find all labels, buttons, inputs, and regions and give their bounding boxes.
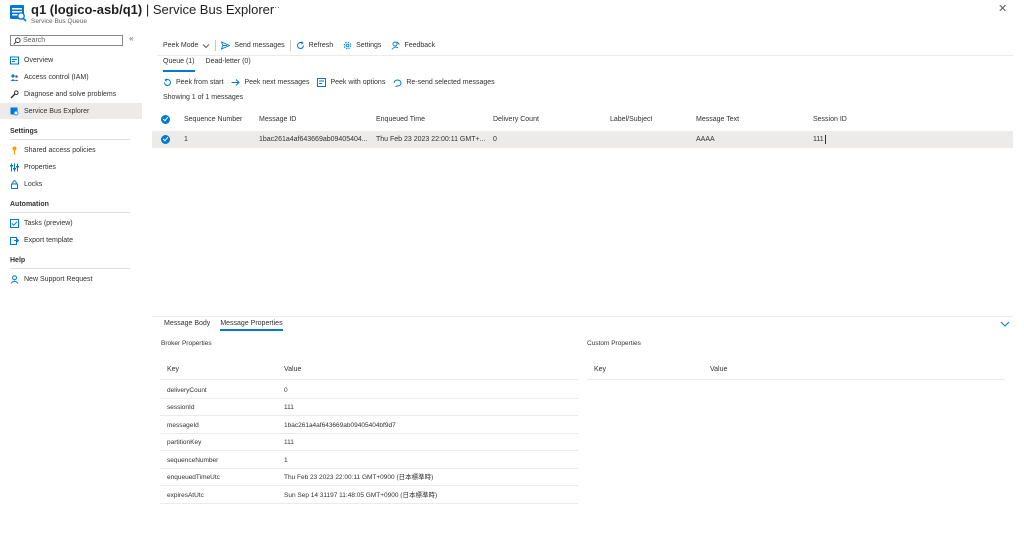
search-input[interactable]: Search	[10, 35, 123, 46]
peek-actions: Peek from start Peek next messages Peek …	[163, 76, 503, 88]
refresh-icon	[296, 41, 304, 49]
grid-header: Sequence Number Message ID Enqueued Time…	[152, 111, 1013, 128]
wrench-icon	[10, 89, 19, 99]
broker-property-row: enqueuedTimeUtc Thu Feb 23 2023 22:00:11…	[160, 469, 578, 486]
broker-property-row: deliveryCount 0	[160, 382, 578, 399]
tab-dead-letter[interactable]: Dead-letter (0)	[206, 58, 251, 72]
message-count-text: Showing 1 of 1 messages	[163, 94, 244, 101]
sequence-number-cell: 1	[184, 136, 188, 143]
more-options-icon[interactable]: ···	[271, 2, 280, 12]
delivery-count-cell: 0	[493, 136, 497, 143]
page-subtitle: Service Bus Queue	[31, 18, 88, 25]
toolbar-divider	[157, 55, 1013, 56]
collapse-sidebar-icon[interactable]: «	[129, 34, 133, 43]
message-text-cell: AAAA	[696, 136, 715, 143]
peek-next-button[interactable]: Peek next messages	[231, 78, 309, 87]
sidebar-item-locks[interactable]: Locks	[0, 176, 142, 192]
send-icon	[221, 41, 231, 50]
chevron-down-icon[interactable]	[1000, 320, 1010, 328]
sliders-icon	[10, 163, 19, 172]
value-header: Value	[710, 366, 728, 373]
broker-property-row: partitionKey 111	[160, 434, 578, 451]
key-header: Key	[594, 366, 607, 373]
section-title-settings: Settings	[10, 128, 38, 135]
section-divider	[10, 139, 130, 140]
sidebar-item-tasks[interactable]: Tasks (preview)	[0, 215, 142, 231]
sidebar-item-service-bus-explorer[interactable]: Service Bus Explorer	[0, 103, 142, 119]
panel-divider	[152, 316, 1013, 317]
peek-with-options-button[interactable]: Peek with options	[317, 77, 385, 87]
rotate-icon	[164, 77, 171, 86]
gear-icon	[343, 41, 352, 50]
tab-queue[interactable]: Queue (1)	[163, 58, 195, 72]
sidebar-item-new-support-request[interactable]: New Support Request	[0, 271, 142, 287]
sidebar-item-export-template[interactable]: Export template	[0, 232, 142, 248]
page-header: q1 (logico-asb/q1) | Service Bus Explore…	[0, 0, 1024, 30]
peek-from-start-button[interactable]: Peek from start	[163, 77, 223, 87]
lock-icon	[10, 179, 19, 189]
column-header[interactable]: Session ID	[813, 111, 847, 128]
sidebar-item-shared-access-policies[interactable]: Shared access policies	[0, 142, 142, 158]
tab-message-properties[interactable]: Message Properties	[220, 320, 283, 331]
column-header[interactable]: Delivery Count	[493, 111, 539, 128]
section-divider	[10, 212, 130, 213]
close-icon[interactable]: ✕	[998, 2, 1007, 15]
sidebar-item-properties[interactable]: Properties	[0, 159, 142, 175]
column-header[interactable]: Enqueued Time	[376, 111, 425, 128]
message-id-cell: 1bac261a4af643669ab09405404...	[259, 136, 368, 143]
page-title: q1 (logico-asb/q1) | Service Bus Explore…	[31, 2, 275, 17]
sidebar-item-overview[interactable]: Overview	[0, 52, 142, 68]
section-title-automation: Automation	[10, 201, 49, 208]
export-icon	[10, 236, 19, 245]
search-icon	[13, 37, 21, 45]
column-header[interactable]: Label/Subject	[610, 111, 652, 128]
table-row[interactable]: 1 1bac261a4af643669ab09405404... Thu Feb…	[152, 131, 1013, 148]
sidebar-item-access-control[interactable]: Access control (IAM)	[0, 69, 142, 85]
broker-table-header: Key Value	[160, 360, 578, 380]
explorer-icon	[10, 107, 19, 116]
arrow-right-icon	[231, 78, 241, 86]
toolbar: Peek Mode Send messages Refresh Settings…	[157, 38, 440, 53]
column-header[interactable]: Sequence Number	[184, 111, 242, 128]
sidebar: Search « Overview Access control (IAM) D…	[0, 32, 142, 536]
column-header[interactable]: Message ID	[259, 111, 296, 128]
send-messages-button[interactable]: Send messages	[216, 41, 289, 50]
tab-message-body[interactable]: Message Body	[164, 320, 210, 331]
enqueued-time-cell: Thu Feb 23 2023 22:00:11 GMT+...	[376, 136, 486, 143]
custom-table-header: Key Value	[587, 360, 1005, 380]
row-checkbox[interactable]	[161, 135, 170, 144]
broker-property-row: messageId 1bac261a4af643669ab09405404bf9…	[160, 417, 578, 434]
broker-property-row: sequenceNumber 1	[160, 452, 578, 469]
section-title-help: Help	[10, 257, 26, 264]
resend-icon	[393, 79, 402, 87]
custom-properties-title: Custom Properties	[587, 340, 641, 347]
queue-tabs: Queue (1) Dead-letter (0)	[163, 58, 262, 72]
people-icon	[10, 73, 19, 82]
broker-properties-title: Broker Properties	[161, 340, 212, 347]
refresh-button[interactable]: Refresh	[291, 41, 339, 50]
broker-property-row: expiresAtUtc Sun Sep 14 31197 11:48:05 G…	[160, 487, 578, 504]
service-bus-explorer-icon	[10, 5, 27, 22]
sidebar-item-diagnose[interactable]: Diagnose and solve problems	[0, 86, 142, 102]
support-icon	[10, 274, 19, 284]
tasks-icon	[10, 218, 19, 228]
overview-icon	[10, 56, 19, 65]
broker-property-row: sessionId 111	[160, 399, 578, 416]
section-divider	[10, 268, 130, 269]
resend-selected-button[interactable]: Re-send selected messages	[393, 78, 495, 87]
value-header: Value	[284, 366, 302, 373]
detail-tabs: Message Body Message Properties	[164, 320, 293, 331]
select-all-checkbox[interactable]	[161, 115, 170, 124]
options-icon	[317, 77, 327, 87]
text-cursor	[824, 134, 826, 144]
key-icon	[10, 146, 19, 155]
settings-button[interactable]: Settings	[338, 41, 386, 50]
session-id-cell: 111	[813, 134, 826, 144]
column-header[interactable]: Message Text	[696, 111, 739, 128]
feedback-button[interactable]: Feedback	[386, 41, 440, 50]
peek-mode-dropdown[interactable]: Peek Mode	[157, 42, 215, 49]
feedback-icon	[391, 41, 401, 50]
chevron-down-icon	[203, 43, 210, 48]
key-header: Key	[167, 366, 180, 373]
